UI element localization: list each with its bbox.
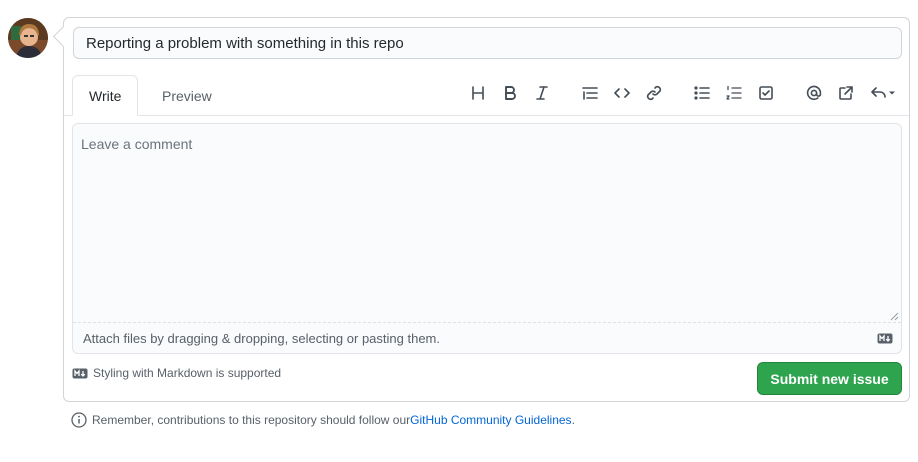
card-pointer (52, 25, 75, 48)
italic-icon[interactable] (531, 82, 553, 104)
issue-title-input[interactable] (73, 27, 902, 59)
task-list-icon[interactable] (755, 82, 777, 104)
tab-preview[interactable]: Preview (145, 75, 229, 115)
ordered-list-icon[interactable] (723, 82, 745, 104)
saved-replies-icon[interactable] (867, 82, 899, 104)
cross-reference-icon[interactable] (835, 82, 857, 104)
info-icon (71, 412, 87, 428)
unordered-list-icon[interactable] (691, 82, 713, 104)
chevron-down-icon (888, 91, 895, 95)
bold-icon[interactable] (499, 82, 521, 104)
quote-icon[interactable] (579, 82, 601, 104)
markdown-icon (877, 333, 893, 344)
comment-editor: Attach files by dragging & dropping, sel… (72, 123, 902, 354)
markdown-hint-text: Styling with Markdown is supported (93, 366, 282, 380)
heading-icon[interactable] (467, 82, 489, 104)
user-avatar[interactable] (8, 18, 48, 58)
markdown-hint[interactable]: Styling with Markdown is supported (72, 366, 281, 380)
link-icon[interactable] (643, 82, 665, 104)
tab-write[interactable]: Write (72, 75, 139, 116)
guidelines-prefix: Remember, contributions to this reposito… (92, 413, 411, 427)
new-issue-form: Write Preview (52, 17, 910, 402)
submit-new-issue-button[interactable]: Submit new issue (757, 362, 902, 395)
attach-files-bar[interactable]: Attach files by dragging & dropping, sel… (73, 322, 901, 353)
guidelines-suffix: . (571, 413, 575, 427)
comment-textarea[interactable] (73, 124, 901, 322)
community-guidelines-link[interactable]: GitHub Community Guidelines (410, 413, 571, 427)
code-icon[interactable] (611, 82, 633, 104)
markdown-hint-icon (72, 368, 88, 378)
attach-files-text: Attach files by dragging & dropping, sel… (83, 331, 440, 346)
avatar-image (8, 18, 48, 58)
mention-icon[interactable] (803, 82, 825, 104)
resize-handle-icon[interactable] (889, 311, 899, 321)
community-guidelines-note: Remember, contributions to this reposito… (71, 412, 575, 428)
